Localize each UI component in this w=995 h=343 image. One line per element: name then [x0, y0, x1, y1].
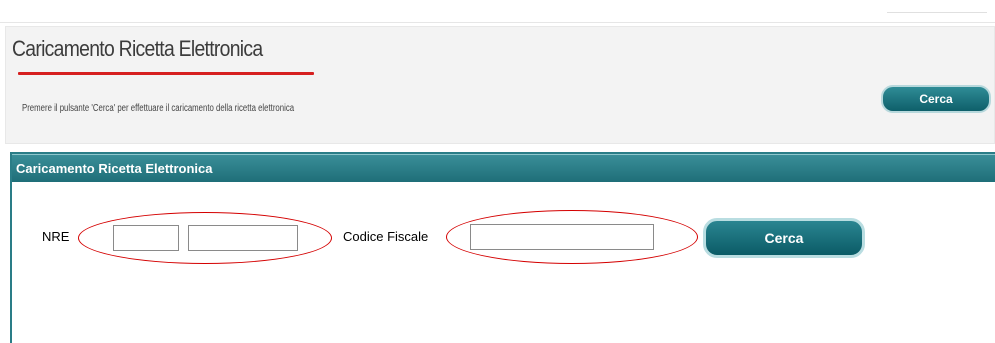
- codice-fiscale-label: Codice Fiscale: [343, 229, 429, 244]
- title-underline: [18, 72, 314, 75]
- top-strip: [0, 0, 995, 23]
- instructions-text: Premere il pulsante 'Cerca' per effettua…: [22, 103, 295, 114]
- nre-part1-input[interactable]: [113, 225, 179, 251]
- nre-part2-input[interactable]: [188, 225, 298, 251]
- header-search-button[interactable]: Cerca: [881, 85, 991, 113]
- page-title: Caricamento Ricetta Elettronica: [12, 36, 263, 61]
- panel-search-button[interactable]: Cerca: [703, 218, 865, 258]
- nre-label: NRE: [42, 229, 70, 244]
- panel-title: Caricamento Ricetta Elettronica: [12, 154, 995, 182]
- top-strip-divider: [887, 0, 987, 13]
- codice-fiscale-input[interactable]: [470, 224, 654, 250]
